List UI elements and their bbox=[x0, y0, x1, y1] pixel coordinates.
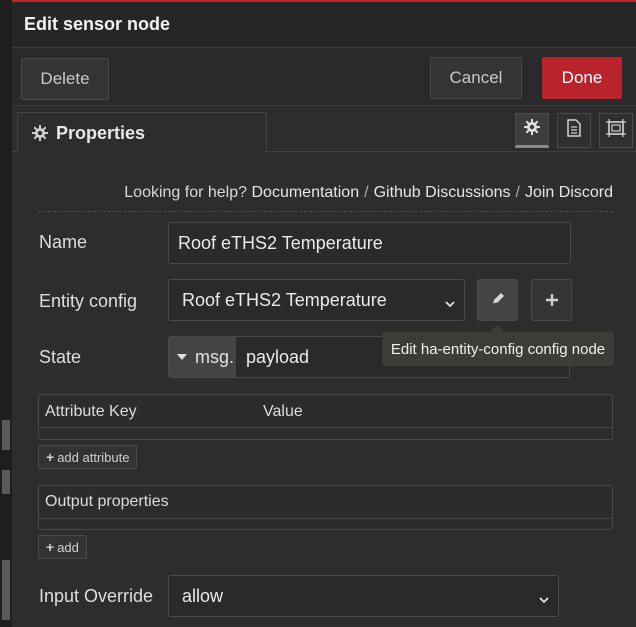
frame-icon bbox=[606, 119, 626, 142]
done-button[interactable]: Done bbox=[542, 57, 622, 99]
name-input-value: Roof eTHS2 Temperature bbox=[178, 232, 383, 253]
add-attribute-label: add attribute bbox=[57, 449, 130, 465]
plus-icon: + bbox=[46, 449, 55, 465]
help-line: Looking for help? Documentation / Github D… bbox=[12, 184, 613, 202]
attribute-value-header: Value bbox=[263, 403, 303, 420]
gear-icon bbox=[524, 119, 540, 140]
help-divider bbox=[38, 211, 613, 212]
chevron-down-icon bbox=[444, 294, 456, 308]
tooltip-text: Edit ha-entity-config config node bbox=[390, 340, 606, 358]
edit-config-tooltip: Edit ha-entity-config config node bbox=[382, 325, 614, 366]
pencil-icon bbox=[490, 287, 506, 313]
edit-config-button[interactable] bbox=[477, 279, 518, 321]
caret-down-icon bbox=[177, 354, 187, 360]
table-divider bbox=[39, 427, 612, 428]
chevron-down-icon bbox=[538, 590, 550, 604]
left-edge-strip bbox=[0, 0, 12, 627]
add-config-button[interactable] bbox=[531, 279, 572, 321]
help-separator: / bbox=[364, 184, 369, 201]
dialog-toolbar: Delete Cancel Done bbox=[12, 48, 636, 106]
add-output-button[interactable]: + add bbox=[38, 535, 87, 559]
strip-marker bbox=[2, 420, 10, 450]
github-discussions-link[interactable]: Github Discussions bbox=[374, 184, 511, 201]
output-properties-header: Output properties bbox=[45, 493, 169, 510]
state-type-selector[interactable]: msg. bbox=[169, 337, 236, 377]
dialog-titlebar: Edit sensor node bbox=[12, 2, 636, 48]
tab-description[interactable] bbox=[557, 113, 591, 148]
table-divider bbox=[39, 518, 612, 519]
name-input[interactable]: Roof eTHS2 Temperature bbox=[168, 222, 571, 264]
entity-config-value: Roof eTHS2 Temperature bbox=[182, 289, 387, 310]
input-override-label: Input Override bbox=[39, 586, 154, 606]
tab-properties-label: Properties bbox=[56, 122, 146, 143]
tab-appearance[interactable] bbox=[599, 113, 633, 148]
help-separator: / bbox=[515, 184, 520, 201]
help-prefix: Looking for help? bbox=[124, 184, 248, 201]
add-output-label: add bbox=[57, 539, 79, 555]
plus-icon bbox=[545, 287, 559, 313]
dialog-title: Edit sensor node bbox=[24, 14, 171, 34]
input-override-select[interactable]: allow bbox=[168, 575, 559, 617]
tab-node-settings[interactable] bbox=[515, 113, 549, 148]
strip-marker bbox=[2, 560, 10, 620]
plus-icon: + bbox=[46, 539, 55, 555]
state-value: payload bbox=[246, 347, 310, 367]
attribute-key-header: Attribute Key bbox=[45, 403, 137, 420]
strip-marker bbox=[2, 470, 10, 494]
tab-bar: Properties bbox=[12, 106, 636, 153]
document-icon bbox=[566, 119, 582, 142]
documentation-link[interactable]: Documentation bbox=[251, 184, 359, 201]
tooltip-arrow bbox=[490, 325, 504, 332]
join-discord-link[interactable]: Join Discord bbox=[525, 184, 613, 201]
input-override-value: allow bbox=[182, 585, 224, 606]
delete-button[interactable]: Delete bbox=[21, 58, 109, 100]
attributes-table: Attribute Key Value bbox=[38, 394, 613, 440]
entity-config-select[interactable]: Roof eTHS2 Temperature bbox=[168, 279, 465, 321]
add-attribute-button[interactable]: + add attribute bbox=[38, 445, 138, 469]
entity-config-label: Entity config bbox=[39, 291, 138, 311]
output-properties-table: Output properties bbox=[38, 485, 613, 530]
cancel-button[interactable]: Cancel bbox=[430, 57, 522, 99]
gear-icon bbox=[32, 125, 48, 141]
tab-properties[interactable]: Properties bbox=[17, 112, 267, 153]
state-prefix-text: msg. bbox=[195, 346, 235, 367]
edit-node-dialog: Edit sensor node Delete Cancel Done Prop… bbox=[12, 0, 636, 627]
state-label: State bbox=[39, 347, 82, 367]
name-label: Name bbox=[39, 232, 88, 252]
